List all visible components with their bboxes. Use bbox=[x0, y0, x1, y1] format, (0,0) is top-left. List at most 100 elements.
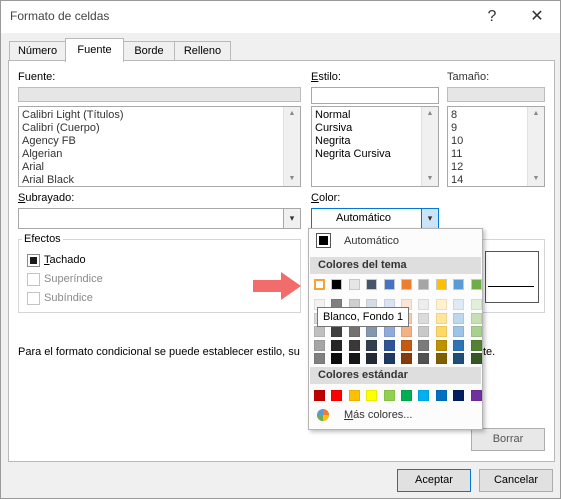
theme-color-swatch[interactable] bbox=[348, 279, 360, 290]
style-input[interactable] bbox=[311, 87, 439, 104]
theme-shade-swatch[interactable] bbox=[418, 326, 430, 337]
theme-shade-swatch[interactable] bbox=[453, 353, 465, 364]
theme-shade-swatch[interactable] bbox=[401, 353, 412, 364]
theme-shade-swatch[interactable] bbox=[453, 299, 465, 310]
automatic-color-option[interactable]: Automático bbox=[310, 230, 481, 252]
font-item[interactable]: Agency FB bbox=[19, 135, 300, 148]
theme-shade-swatch[interactable] bbox=[348, 339, 360, 351]
scroll-down-icon[interactable]: ▼ bbox=[528, 173, 544, 185]
theme-shade-swatch[interactable] bbox=[453, 326, 465, 337]
theme-shade-swatch[interactable] bbox=[383, 339, 395, 351]
scroll-down-icon[interactable]: ▼ bbox=[422, 173, 438, 185]
standard-color-swatch[interactable] bbox=[348, 390, 360, 401]
theme-shade-swatch[interactable] bbox=[348, 353, 360, 364]
theme-shade-swatch[interactable] bbox=[453, 312, 465, 324]
subscript-checkbox[interactable] bbox=[27, 292, 40, 305]
standard-color-swatch[interactable] bbox=[331, 390, 343, 401]
theme-shade-swatch[interactable] bbox=[470, 299, 482, 310]
theme-shade-swatch[interactable] bbox=[366, 353, 378, 364]
chevron-down-icon[interactable]: ▾ bbox=[283, 209, 300, 228]
theme-shade-swatch[interactable] bbox=[383, 326, 395, 337]
theme-color-swatch[interactable] bbox=[401, 279, 412, 290]
theme-shade-swatch[interactable] bbox=[331, 353, 343, 364]
theme-shade-swatch[interactable] bbox=[418, 312, 430, 324]
theme-shade-swatch[interactable] bbox=[331, 339, 343, 351]
close-button[interactable]: ✕ bbox=[524, 5, 550, 29]
strikethrough-checkbox[interactable] bbox=[27, 254, 40, 267]
standard-color-swatch[interactable] bbox=[383, 390, 395, 401]
chevron-down-icon[interactable]: ▾ bbox=[421, 209, 438, 228]
standard-color-swatch[interactable] bbox=[435, 390, 447, 401]
font-list-scrollbar[interactable]: ▲ ▼ bbox=[283, 107, 300, 186]
font-item[interactable]: Arial bbox=[19, 161, 300, 174]
theme-shade-swatch[interactable] bbox=[383, 353, 395, 364]
size-list[interactable]: 8 9 10 11 12 14 ▲ ▼ bbox=[447, 106, 545, 187]
theme-shade-swatch[interactable] bbox=[401, 339, 412, 351]
theme-shade-swatch[interactable] bbox=[418, 299, 430, 310]
scroll-down-icon[interactable]: ▼ bbox=[284, 173, 300, 185]
theme-color-swatch[interactable] bbox=[470, 279, 482, 290]
scroll-up-icon[interactable]: ▲ bbox=[422, 108, 438, 120]
standard-color-swatch[interactable] bbox=[470, 390, 482, 401]
theme-color-swatch[interactable] bbox=[383, 279, 395, 290]
tab-fuente[interactable]: Fuente bbox=[65, 38, 124, 62]
style-item[interactable]: Normal bbox=[312, 109, 438, 122]
theme-color-swatch[interactable] bbox=[331, 279, 343, 290]
theme-shade-swatch[interactable] bbox=[418, 339, 430, 351]
style-item[interactable]: Negrita bbox=[312, 135, 438, 148]
theme-shade-swatch[interactable] bbox=[366, 339, 378, 351]
style-list[interactable]: Normal Cursiva Negrita Negrita Cursiva ▲ ▼ bbox=[311, 106, 439, 187]
style-item[interactable]: Negrita Cursiva bbox=[312, 148, 438, 161]
more-colors-option[interactable]: Más colores... bbox=[310, 406, 481, 426]
tab-borde[interactable]: Borde bbox=[123, 41, 175, 61]
size-input[interactable] bbox=[447, 87, 545, 102]
standard-color-swatch[interactable] bbox=[453, 390, 465, 401]
standard-color-swatch[interactable] bbox=[401, 390, 412, 401]
font-input[interactable] bbox=[18, 87, 301, 102]
theme-shade-swatch[interactable] bbox=[470, 339, 482, 351]
theme-shade-swatch[interactable] bbox=[470, 326, 482, 337]
font-item[interactable]: Calibri (Cuerpo) bbox=[19, 122, 300, 135]
underline-combo[interactable]: ▾ bbox=[18, 208, 301, 229]
theme-shade-swatch[interactable] bbox=[453, 339, 465, 351]
font-item[interactable]: Algerian bbox=[19, 148, 300, 161]
theme-shade-swatch[interactable] bbox=[418, 353, 430, 364]
theme-color-swatch[interactable] bbox=[314, 279, 325, 290]
ok-button[interactable]: Aceptar bbox=[397, 469, 471, 492]
font-item[interactable]: Arial Black bbox=[19, 174, 300, 186]
tab-numero[interactable]: Número bbox=[9, 41, 66, 61]
theme-shade-swatch[interactable] bbox=[331, 326, 343, 337]
theme-shade-swatch[interactable] bbox=[314, 339, 325, 351]
theme-shade-swatch[interactable] bbox=[401, 326, 412, 337]
standard-color-swatch[interactable] bbox=[314, 390, 325, 401]
help-button[interactable]: ? bbox=[479, 5, 505, 29]
theme-shade-swatch[interactable] bbox=[314, 326, 325, 337]
theme-shade-swatch[interactable] bbox=[435, 326, 447, 337]
theme-shade-swatch[interactable] bbox=[435, 299, 447, 310]
theme-shade-swatch[interactable] bbox=[348, 326, 360, 337]
scroll-up-icon[interactable]: ▲ bbox=[284, 108, 300, 120]
font-list[interactable]: Calibri Light (Títulos) Calibri (Cuerpo) A… bbox=[18, 106, 301, 187]
theme-shade-swatch[interactable] bbox=[366, 326, 378, 337]
theme-color-swatch[interactable] bbox=[366, 279, 378, 290]
theme-color-swatch[interactable] bbox=[435, 279, 447, 290]
theme-shade-swatch[interactable] bbox=[470, 353, 482, 364]
font-item[interactable]: Calibri Light (Títulos) bbox=[19, 109, 300, 122]
theme-color-swatch[interactable] bbox=[453, 279, 465, 290]
theme-shade-swatch[interactable] bbox=[314, 353, 325, 364]
theme-shade-swatch[interactable] bbox=[435, 312, 447, 324]
color-combo[interactable]: Automático ▾ bbox=[311, 208, 439, 229]
clear-button[interactable]: Borrar bbox=[471, 428, 545, 451]
tab-relleno[interactable]: Relleno bbox=[174, 41, 231, 61]
theme-shade-swatch[interactable] bbox=[435, 353, 447, 364]
size-list-scrollbar[interactable]: ▲ ▼ bbox=[527, 107, 544, 186]
style-list-scrollbar[interactable]: ▲ ▼ bbox=[421, 107, 438, 186]
standard-color-swatch[interactable] bbox=[418, 390, 430, 401]
cancel-button[interactable]: Cancelar bbox=[479, 469, 553, 492]
superscript-checkbox[interactable] bbox=[27, 273, 40, 286]
style-item[interactable]: Cursiva bbox=[312, 122, 438, 135]
scroll-up-icon[interactable]: ▲ bbox=[528, 108, 544, 120]
theme-shade-swatch[interactable] bbox=[435, 339, 447, 351]
theme-shade-swatch[interactable] bbox=[470, 312, 482, 324]
standard-color-swatch[interactable] bbox=[366, 390, 378, 401]
